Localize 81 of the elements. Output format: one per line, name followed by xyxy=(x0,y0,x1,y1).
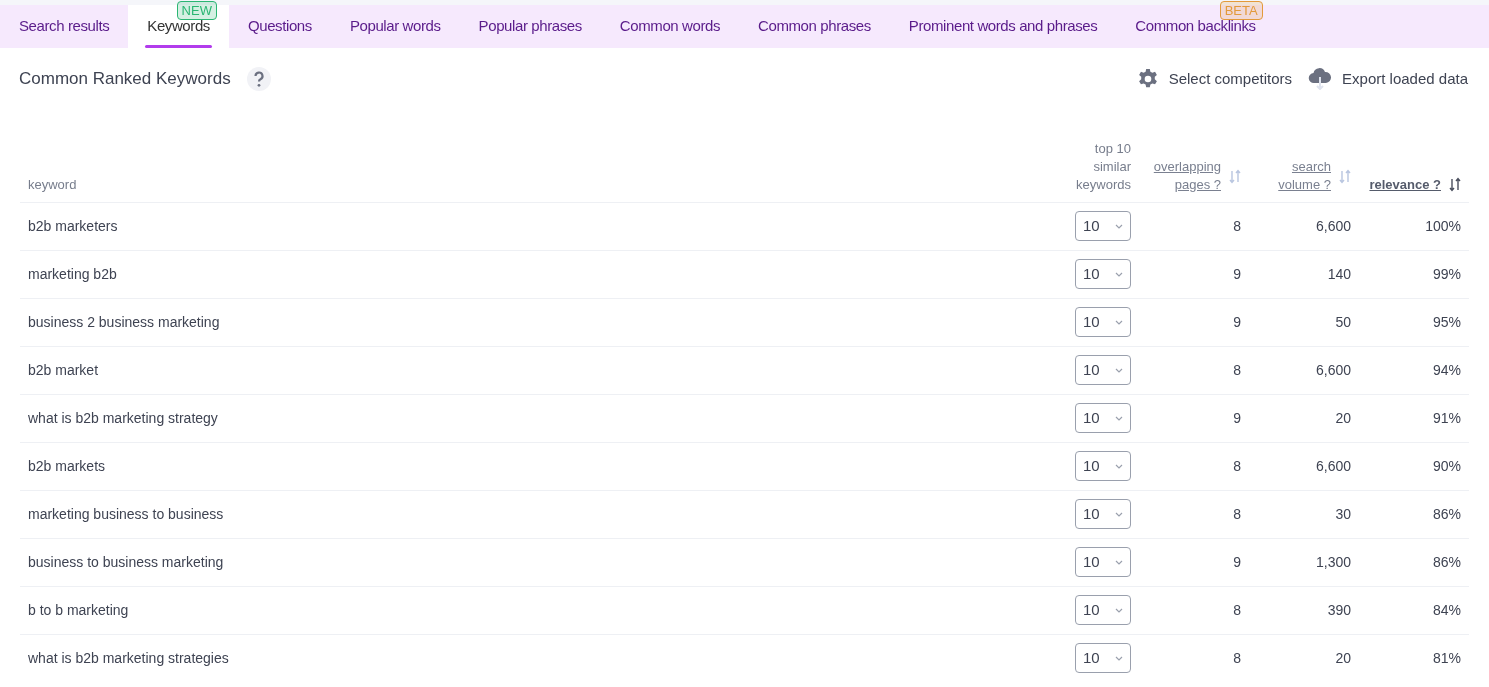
table-cell: what is b2b marketing strategies xyxy=(28,649,229,666)
table-cell: b to b marketing xyxy=(28,601,129,618)
table-cell: 8 xyxy=(1233,601,1241,618)
tab[interactable]: Popular phrases xyxy=(459,5,601,48)
select-field[interactable]: 10 xyxy=(1075,643,1131,674)
chevron-icon xyxy=(1115,463,1123,469)
select-field[interactable]: 10 xyxy=(1075,499,1131,529)
table-cell: b2b marketers xyxy=(28,217,118,234)
table-cell: 100% xyxy=(1425,217,1461,234)
table-cell: b2b markets xyxy=(28,457,106,474)
panel-title: Common Ranked Keywords xyxy=(19,68,231,90)
select-competitors-button[interactable]: Select competitors xyxy=(1136,67,1293,90)
table-cell: 30 xyxy=(1335,505,1351,522)
table-cell: 9 xyxy=(1233,553,1241,570)
table-cell: 140 xyxy=(1327,265,1351,282)
table-cell: 95% xyxy=(1432,313,1461,330)
sort-link[interactable]: relevance ? xyxy=(1369,175,1441,194)
table-cell: 9 xyxy=(1233,265,1241,282)
select-field[interactable]: 10 xyxy=(1075,451,1131,481)
table-cell: marketing business to business xyxy=(28,505,224,522)
table-cell: 86% xyxy=(1432,553,1461,570)
select-field[interactable]: 10 xyxy=(1075,547,1131,577)
table-cell: what is b2b marketing strategy xyxy=(28,409,218,426)
select-field[interactable]: 10 xyxy=(1075,259,1131,289)
table-cell: 9 xyxy=(1233,409,1241,426)
table-cell: 20 xyxy=(1335,409,1351,426)
chevron-icon xyxy=(1115,223,1123,229)
table-cell: 91% xyxy=(1432,409,1461,426)
table-cell: 50 xyxy=(1335,313,1351,330)
table-cell: business 2 business marketing xyxy=(28,313,220,330)
tab[interactable]: Prominent words and phrases xyxy=(889,5,1117,48)
tab[interactable]: Questions xyxy=(228,5,331,48)
table-cell: 6,600 xyxy=(1315,361,1351,378)
chevron-icon xyxy=(1115,271,1123,277)
chevron-icon xyxy=(1115,367,1123,373)
select-field[interactable]: 10 xyxy=(1075,595,1131,625)
chevron-icon xyxy=(1115,415,1123,421)
gear-icon xyxy=(1136,67,1159,90)
table-cell: b2b market xyxy=(28,361,99,378)
table-cell: 94% xyxy=(1432,361,1461,378)
table-cell: 6,600 xyxy=(1315,457,1351,474)
tab-badge: BETA xyxy=(1219,1,1263,20)
tab-badge: NEW xyxy=(176,1,217,20)
tab[interactable]: Popular words xyxy=(330,5,460,48)
select-field[interactable]: 10 xyxy=(1075,403,1131,433)
chevron-icon xyxy=(1115,511,1123,517)
table-cell: 90% xyxy=(1432,457,1461,474)
table-cell: 9 xyxy=(1233,313,1241,330)
select-field[interactable]: 10 xyxy=(1075,355,1131,385)
cloud-download-icon xyxy=(1308,67,1333,90)
table-cell: 81% xyxy=(1432,649,1461,666)
table-cell: 84% xyxy=(1432,601,1461,618)
chevron-icon xyxy=(1115,607,1123,613)
sort-link[interactable]: overlapping pages ? xyxy=(1147,157,1221,194)
column-header: top 10 similar keywords xyxy=(1076,140,1131,192)
table-cell: marketing b2b xyxy=(28,265,117,282)
table-cell: 6,600 xyxy=(1315,217,1351,234)
table-cell: business to business marketing xyxy=(28,553,224,570)
help-icon[interactable] xyxy=(246,66,271,91)
table-cell: 86% xyxy=(1432,505,1461,522)
table-cell: 390 xyxy=(1327,601,1351,618)
table-cell: 8 xyxy=(1233,505,1241,522)
sort-link[interactable]: search volume ? xyxy=(1257,157,1331,194)
table-cell: 8 xyxy=(1233,217,1241,234)
chevron-icon xyxy=(1115,655,1123,661)
sort-icon[interactable] xyxy=(1449,176,1461,192)
table-cell: 99% xyxy=(1432,265,1461,282)
tab[interactable]: Search results xyxy=(0,5,129,48)
table-cell: 1,300 xyxy=(1315,553,1351,570)
table-cell: 8 xyxy=(1233,361,1241,378)
table-cell: 8 xyxy=(1233,457,1241,474)
tab[interactable]: Common words xyxy=(600,5,740,48)
select-field[interactable]: 10 xyxy=(1075,307,1131,337)
table-cell: 20 xyxy=(1335,649,1351,666)
chevron-icon xyxy=(1115,559,1123,565)
column-header: keyword xyxy=(28,176,77,192)
export-button[interactable]: Export loaded data xyxy=(1308,67,1468,90)
tab[interactable]: Common phrases xyxy=(739,5,890,48)
table-cell: 8 xyxy=(1233,649,1241,666)
select-field[interactable]: 10 xyxy=(1075,211,1131,241)
chevron-icon xyxy=(1115,319,1123,325)
